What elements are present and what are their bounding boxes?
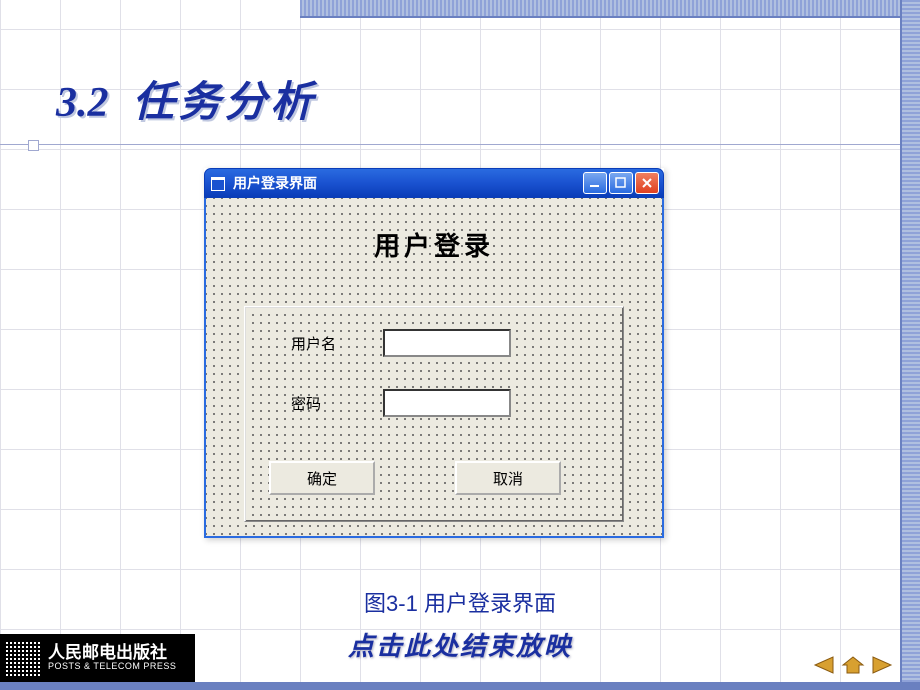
titlebar[interactable]: 用户登录界面 (204, 168, 664, 198)
section-title: 任务分析 (133, 68, 317, 129)
close-button[interactable] (635, 172, 659, 194)
window-title: 用户登录界面 (233, 173, 583, 193)
section-number: 3.2 (56, 79, 109, 127)
ok-button[interactable]: 确定 (269, 461, 375, 495)
section-heading: 3.2 任务分析 (56, 68, 317, 129)
window-controls (583, 172, 659, 194)
username-row: 用户名 (291, 329, 511, 357)
publisher-name-en: POSTS & TELECOM PRESS (48, 662, 176, 672)
password-input[interactable] (383, 389, 511, 417)
publisher-badge: 人民邮电出版社 POSTS & TELECOM PRESS (0, 634, 195, 682)
figure-caption: 图3-1 用户登录界面 (0, 586, 920, 618)
username-label: 用户名 (291, 333, 383, 354)
slide-navigation (810, 654, 896, 676)
heading-underline (0, 144, 900, 145)
minimize-button[interactable] (583, 172, 607, 194)
cancel-button[interactable]: 取消 (455, 461, 561, 495)
system-menu-icon[interactable] (209, 176, 227, 190)
button-row: 确定 取消 (269, 461, 561, 495)
password-row: 密码 (291, 389, 511, 417)
inner-frame: 用户名 密码 确定 取消 (244, 306, 624, 522)
decorative-top-bar (300, 0, 900, 18)
publisher-name-cn: 人民邮电出版社 (48, 644, 176, 663)
username-input[interactable] (383, 329, 511, 357)
next-slide-button[interactable] (870, 654, 896, 676)
publisher-logo-icon (6, 640, 42, 676)
password-label: 密码 (291, 393, 383, 414)
prev-slide-button[interactable] (810, 654, 836, 676)
maximize-button[interactable] (609, 172, 633, 194)
home-slide-button[interactable] (840, 654, 866, 676)
form-header-label: 用户登录 (222, 226, 646, 263)
decorative-bottom-rail (0, 682, 920, 690)
publisher-text: 人民邮电出版社 POSTS & TELECOM PRESS (48, 644, 176, 673)
form-designer-body: 用户登录 用户名 密码 确定 取消 (204, 198, 664, 538)
vb-login-window: 用户登录界面 用户登录 用户名 密码 确定 (204, 168, 664, 538)
